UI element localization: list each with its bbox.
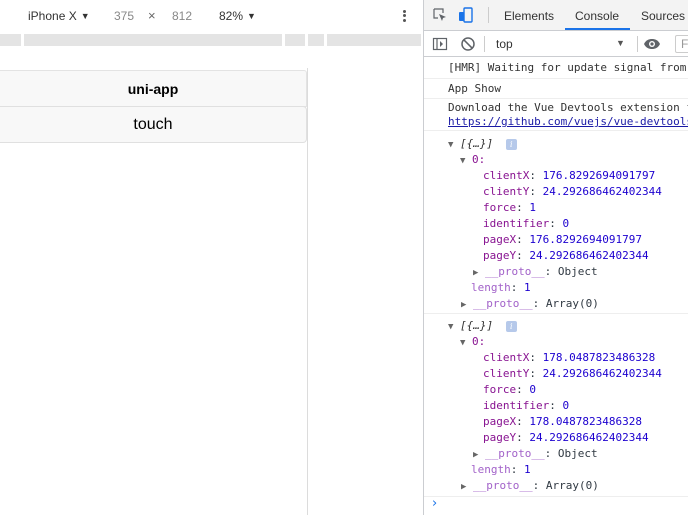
devtools-panel: Elements Console Sources top ▼ F [HMR] W… [424,0,688,515]
ruler-segment[interactable] [24,34,282,46]
console-message: Download the Vue Devtools extension for … [424,99,688,131]
device-emulator-pane: iPhone X ▼ 375 × 812 82% ▼ uni-app touch [0,0,423,515]
caret-down-icon: ▼ [80,11,90,21]
ruler-segment[interactable] [285,34,305,46]
property-row: pageY: 24.292686462402344 [483,431,649,444]
expand-arrow-icon[interactable]: ▼ [448,322,453,332]
clear-console-icon[interactable] [460,36,476,52]
expand-arrow-icon[interactable]: ▶ [461,482,466,492]
console-message: [HMR] Waiting for update signal from WDS… [424,57,688,79]
tree-item[interactable]: ▼ 0: [460,152,485,169]
active-tab-indicator [565,28,630,30]
tree-item[interactable]: ▶ __proto__: Array(0) [461,296,599,313]
more-options-icon[interactable] [397,7,411,25]
times-icon: × [148,8,156,23]
device-viewport: uni-app touch [0,68,308,515]
message-text: [HMR] Waiting for update signal from WDS… [448,61,688,74]
sidebar-toggle-icon[interactable] [432,36,448,52]
property-row: clientX: 176.8292694091797 [483,169,656,182]
devtools-link[interactable]: https://github.com/vuejs/vue-devtools [448,115,688,128]
ruler-segment[interactable] [308,34,324,46]
property-row: pageX: 176.8292694091797 [483,233,642,246]
touch-button[interactable]: touch [0,106,307,143]
property-row: pageY: 24.292686462402344 [483,249,649,262]
console-toolbar: top ▼ F [424,31,688,57]
property-row: clientX: 178.0487823486328 [483,351,656,364]
console-log-entry: ▼ [{…}] i ▼ 0: clientX: 176.829269409179… [424,132,688,314]
property-row: length: 1 [471,463,531,476]
ruler-segment[interactable] [0,34,21,46]
property-row: length: 1 [471,281,531,294]
console-message: App Show [424,79,688,99]
media-query-ruler[interactable] [0,32,423,48]
info-icon: i [505,320,517,332]
expand-arrow-icon[interactable]: ▼ [448,140,453,150]
width-input[interactable]: 375 [114,9,134,23]
toolbar-separator [488,7,489,23]
caret-down-icon: ▼ [616,38,625,48]
tab-elements[interactable]: Elements [504,0,554,31]
eye-icon[interactable] [643,36,661,52]
ruler-segment[interactable] [327,34,421,46]
tab-console[interactable]: Console [575,0,619,31]
tree-item[interactable]: ▼ 0: [460,334,485,351]
property-row: identifier: 0 [483,399,570,412]
log-summary[interactable]: ▼ [{…}] i [448,136,517,153]
app-navigation-bar: uni-app [0,70,307,107]
inspect-element-icon[interactable] [432,7,448,23]
expand-arrow-icon[interactable]: ▼ [460,156,465,166]
caret-down-icon: ▼ [247,11,256,21]
message-text: Download the Vue Devtools extension for … [448,101,688,114]
console-output: [HMR] Waiting for update signal from WDS… [424,57,688,515]
expand-arrow-icon[interactable]: ▶ [473,450,478,460]
expand-arrow-icon[interactable]: ▶ [461,300,466,310]
expand-arrow-icon[interactable]: ▼ [460,338,465,348]
property-row: clientY: 24.292686462402344 [483,367,662,380]
log-summary[interactable]: ▼ [{…}] i [448,318,517,335]
info-icon: i [505,138,517,150]
tree-item[interactable]: ▶ __proto__: Object [473,264,598,281]
property-row: pageX: 178.0487823486328 [483,415,642,428]
device-name: iPhone X [28,9,77,23]
filter-input[interactable]: F [675,35,688,53]
devtools-tabbar: Elements Console Sources [424,0,688,31]
property-row: force: 1 [483,201,536,214]
zoom-select[interactable]: 82% ▼ [219,9,256,23]
tree-item[interactable]: ▶ __proto__: Array(0) [461,478,599,495]
message-text: App Show [448,82,501,95]
height-input[interactable]: 812 [172,9,192,23]
toolbar-separator [637,36,638,52]
device-select[interactable]: iPhone X ▼ [28,9,90,23]
property-row: identifier: 0 [483,217,570,230]
context-select[interactable]: top [496,37,513,51]
toolbar-separator [484,36,485,52]
tab-sources[interactable]: Sources [641,0,685,31]
property-row: force: 0 [483,383,536,396]
console-prompt-icon[interactable]: › [432,496,437,511]
page-title: uni-app [127,80,179,97]
console-log-entry: ▼ [{…}] i ▼ 0: clientX: 178.048782348632… [424,315,688,497]
device-toolbar: iPhone X ▼ 375 × 812 82% ▼ [0,0,423,32]
property-row: clientY: 24.292686462402344 [483,185,662,198]
device-toggle-icon[interactable] [458,7,474,23]
zoom-value: 82% [219,9,244,23]
tree-item[interactable]: ▶ __proto__: Object [473,446,598,463]
expand-arrow-icon[interactable]: ▶ [473,268,478,278]
